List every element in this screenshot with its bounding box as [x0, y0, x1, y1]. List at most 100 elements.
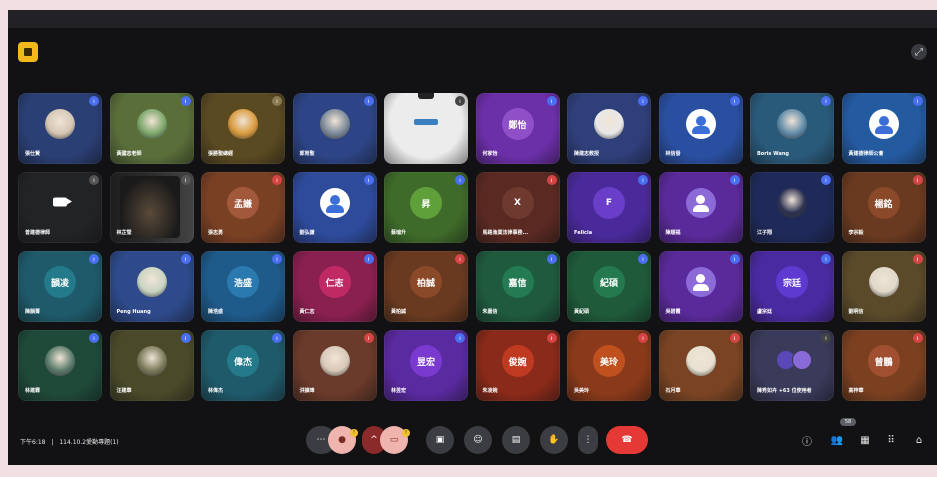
speaking-indicator-icon: ı — [638, 175, 648, 185]
speaking-indicator-icon: ı — [89, 254, 99, 264]
present-button[interactable]: ▤ — [502, 426, 530, 454]
participant-tile[interactable]: ı 江子翔 — [750, 172, 834, 243]
participant-name: 張仕賢 — [25, 151, 41, 157]
window-top-bar — [8, 10, 937, 28]
participant-tile[interactable]: ı 劉弘謙 — [292, 172, 377, 243]
group-avatar — [792, 350, 812, 370]
video-feed — [119, 176, 180, 238]
participant-tile[interactable]: ı 黃建德律師公會 — [841, 93, 926, 164]
participant-tile[interactable]: ı — [384, 93, 468, 164]
participant-name: Felicia — [574, 230, 593, 236]
participant-tile[interactable]: 嘉信 ı 朱嘉信 — [475, 251, 560, 322]
speaking-indicator-icon: ı — [180, 175, 191, 185]
participant-tile[interactable]: ı Boris Wang — [750, 93, 834, 164]
participant-name: 陳順福 — [665, 230, 681, 236]
speaking-indicator-icon: ı — [363, 175, 374, 185]
speaking-indicator-icon: ı — [89, 333, 99, 343]
participant-tile[interactable]: 昇 ı 蔡瑞升 — [384, 172, 468, 243]
participant-name: 劉弘謙 — [299, 230, 315, 236]
pin-icon[interactable] — [418, 93, 434, 99]
participant-tile[interactable]: 仁志 ı 黃仁志 — [292, 251, 377, 322]
participant-tile[interactable]: ı 吳碧霞 — [658, 251, 743, 322]
participant-name: 盧宗廷 — [757, 309, 773, 315]
camera-alert-icon: ! — [402, 429, 410, 437]
people-button[interactable]: 👥 — [830, 433, 844, 447]
default-avatar-icon — [685, 188, 716, 219]
participant-tile[interactable]: 紀碩 ı 黃紀碩 — [567, 251, 651, 322]
initials-avatar: 柏誠 — [410, 266, 442, 299]
participant-tile[interactable]: ı 林芷瑩 — [109, 172, 194, 243]
participant-tile[interactable]: 俊婉 ı 朱凌婉 — [475, 330, 560, 401]
participant-tile[interactable]: 孟謙 ı 張志勇 — [201, 172, 285, 243]
leave-call-button[interactable]: ☎ — [606, 426, 648, 454]
speaking-indicator-icon: ı — [546, 175, 557, 185]
mic-button[interactable]: ●! — [328, 426, 358, 454]
default-avatar-icon — [685, 267, 716, 298]
participant-tile[interactable]: ı 汪建華 — [109, 330, 194, 401]
participant-tile[interactable]: ı 曾建德律師 — [18, 172, 102, 243]
emoji-button[interactable]: ☺ — [464, 426, 492, 454]
participant-tile[interactable]: ı 黃國志老師 — [109, 93, 194, 164]
participant-tile[interactable]: ı 石月華 — [658, 330, 743, 401]
participant-tile[interactable]: ı 劉明信 — [841, 251, 926, 322]
speaking-indicator-icon: ı — [546, 254, 557, 264]
avatar — [868, 267, 899, 298]
initials-avatar: 美玲 — [593, 345, 625, 378]
participant-tile[interactable]: ı 郭育聖 — [292, 93, 377, 164]
participant-tile[interactable]: 鄭怡 ı 何家怡 — [475, 93, 560, 164]
participant-tile[interactable]: Fı Felicia — [567, 172, 651, 243]
participant-tile[interactable]: 楊銘 ı 李宗毅 — [841, 172, 926, 243]
info-icon: ⓘ — [802, 436, 812, 448]
participant-tile[interactable]: ı Peng Huang — [109, 251, 194, 322]
participant-name: 陳韻菁 — [25, 309, 41, 315]
captions-icon: ▣ — [435, 435, 445, 445]
camera-off-icon — [53, 197, 72, 207]
participant-name: 李宗毅 — [848, 230, 864, 236]
participant-tile[interactable]: ı 林建霖 — [18, 330, 102, 401]
speaking-indicator-icon: ı — [455, 254, 465, 264]
speaking-indicator-icon: ı — [180, 333, 191, 343]
participant-name: 馬路漁業法律事務... — [482, 230, 529, 236]
participant-name: 黃建德律師公會 — [848, 151, 884, 157]
participant-tile[interactable]: 韻凌 ı 陳韻菁 — [18, 251, 102, 322]
participant-tile[interactable]: ı 林信發 — [658, 93, 743, 164]
participant-tile[interactable]: 柏誠 ı 黃柏誠 — [384, 251, 468, 322]
participant-tile[interactable]: ı 陳建志教授 — [567, 93, 651, 164]
participant-tile[interactable]: ı 洪韻瑋 — [292, 330, 377, 401]
participant-tile[interactable]: ı 陳秀如卉 +63 位使用者 — [750, 330, 834, 401]
chat-button[interactable]: ▦ — [858, 433, 872, 447]
speaking-indicator-icon: ı — [455, 175, 465, 185]
activities-button[interactable]: ⠿ — [884, 433, 898, 447]
participant-tile[interactable]: 曾鵬 ı 高梓華 — [841, 330, 926, 401]
participant-tile[interactable]: 浩盛 ı 陳浩盛 — [201, 251, 285, 322]
host-controls-button[interactable]: ⌂ — [912, 433, 926, 447]
more-vert-icon: ⋮ — [583, 435, 593, 445]
speaking-indicator-icon: ı — [89, 96, 99, 106]
participant-tile[interactable]: 偉杰 ı 林偉杰 — [201, 330, 285, 401]
avatar — [685, 346, 716, 377]
participant-name: 黃紀碩 — [574, 309, 590, 315]
participant-tile[interactable]: ı 張仕賢 — [18, 93, 102, 164]
initials-avatar: 曾鵬 — [867, 345, 900, 378]
participant-tile[interactable]: 昱宏 ı 林昱宏 — [384, 330, 468, 401]
camera-button[interactable]: ▭! — [380, 426, 410, 454]
more-options-button[interactable]: ⋮ — [578, 426, 598, 454]
speaking-indicator-icon: ı — [821, 96, 831, 106]
participant-tile[interactable]: ı 張勝聖總經 — [201, 93, 285, 164]
initials-avatar: F — [593, 187, 625, 220]
participant-tile[interactable]: 美玲 ı 吳美玲 — [567, 330, 651, 401]
participant-tile[interactable]: ı 陳順福 — [658, 172, 743, 243]
participant-name: 吳美玲 — [574, 388, 590, 394]
participant-name: 吳碧霞 — [665, 309, 681, 315]
participant-tile[interactable]: Xı 馬路漁業法律事務... — [475, 172, 560, 243]
speaking-indicator-icon: ı — [272, 254, 282, 264]
speaking-indicator-icon: ı — [272, 175, 282, 185]
raise-hand-button[interactable]: ✋ — [540, 426, 568, 454]
participant-tile[interactable]: 宗廷 ı 盧宗廷 — [750, 251, 834, 322]
participant-name: 林建霖 — [25, 388, 41, 394]
lock-icon: ⌂ — [915, 434, 923, 446]
participant-name: 朱嘉信 — [482, 309, 498, 315]
captions-button[interactable]: ▣ — [426, 426, 454, 454]
fullscreen-icon[interactable]: ⤢ — [911, 44, 927, 60]
info-button[interactable]: ⓘ — [800, 433, 814, 448]
